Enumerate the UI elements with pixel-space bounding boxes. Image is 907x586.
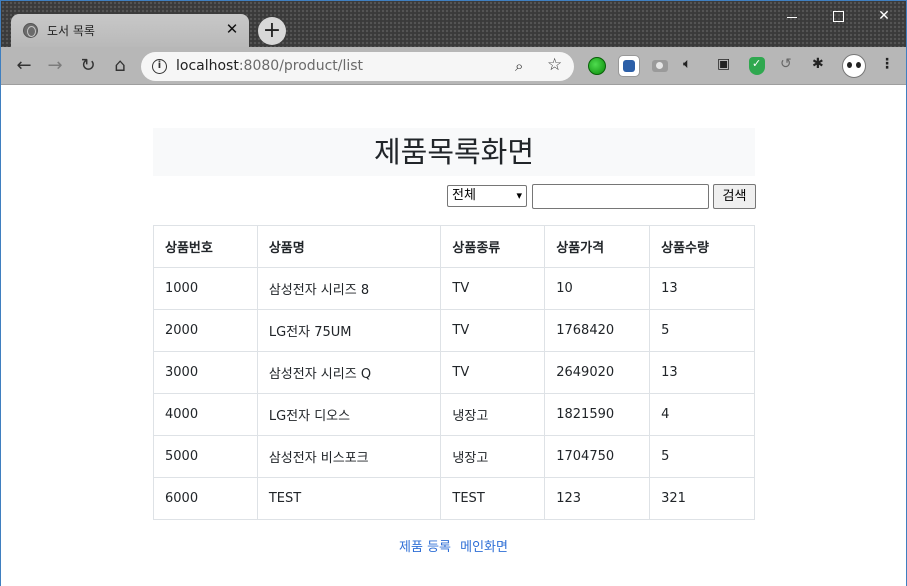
url-host: localhost: [176, 58, 239, 74]
back-button[interactable]: ←: [11, 53, 37, 79]
home-button[interactable]: ⌂: [107, 53, 133, 79]
table-cell: 2000: [153, 309, 258, 352]
chevron-down-icon: ▾: [516, 189, 522, 202]
table-cell: 13: [649, 267, 755, 310]
browser-window: 도서 목록 ✕ + ✕ ← → ↻ ⌂ i localhost:8080/pro…: [0, 0, 907, 586]
url-text[interactable]: localhost:8080/product/list: [176, 58, 363, 74]
history-extension-icon[interactable]: ↺: [780, 56, 792, 72]
green-extension-icon[interactable]: [588, 57, 606, 75]
new-tab-button[interactable]: +: [258, 17, 286, 45]
minimize-button[interactable]: [769, 4, 815, 30]
browser-menu-icon[interactable]: ⋮: [880, 56, 894, 72]
table-cell: LG전자 디오스: [256, 393, 442, 436]
page-heading-box: 제품목록화면: [153, 128, 755, 176]
table-cell: TEST: [440, 477, 546, 520]
column-header: 상품수량: [649, 225, 755, 268]
main-page-link[interactable]: 메인화면: [460, 540, 508, 555]
table-row: 6000 TEST TEST 123 321: [153, 477, 755, 520]
table-cell: 3000: [153, 351, 258, 394]
product-table: 상품번호 상품명 상품종류 상품가격 상품수량 1000 삼성전자 시리즈 8 …: [153, 225, 755, 520]
table-cell: 4000: [153, 393, 258, 436]
site-info-icon[interactable]: i: [152, 59, 167, 74]
table-header-row: 상품번호 상품명 상품종류 상품가격 상품수량: [153, 225, 755, 268]
tab-title: 도서 목록: [47, 24, 95, 38]
table-cell: TV: [440, 267, 546, 310]
table-row: 1000 삼성전자 시리즈 8 TV 10 13: [153, 267, 755, 310]
table-row: 5000 삼성전자 비스포크 냉장고 1704750 5: [153, 435, 755, 478]
column-header: 상품종류: [440, 225, 546, 268]
mute-tab-icon[interactable]: 🔈︎: [683, 56, 691, 72]
url-path: :8080/product/list: [238, 58, 364, 74]
blue-extension-icon[interactable]: [618, 55, 640, 77]
extensions-puzzle-icon[interactable]: ✱: [812, 56, 824, 72]
reload-button[interactable]: ↻: [75, 53, 101, 79]
table-cell: 321: [649, 477, 755, 520]
globe-icon: [23, 23, 38, 38]
table-cell: 5: [649, 435, 755, 478]
table-cell: 6000: [153, 477, 258, 520]
page-content: 제품목록화면 전체 ▾ 검색 상품번호 상품명 상품종류 상품가격 상품수량 1…: [1, 85, 906, 586]
browser-toolbar: ← → ↻ ⌂ i localhost:8080/product/list ⌕ …: [1, 47, 906, 85]
zoom-icon[interactable]: ⌕: [515, 57, 523, 75]
address-bar[interactable]: i localhost:8080/product/list ⌕ ☆: [141, 52, 574, 81]
column-header: 상품명: [256, 225, 442, 268]
search-input[interactable]: [532, 184, 709, 209]
table-cell: 5000: [153, 435, 258, 478]
bookmark-star-icon[interactable]: ☆: [547, 55, 562, 75]
table-row: 4000 LG전자 디오스 냉장고 1821590 4: [153, 393, 755, 436]
search-category-value: 전체: [452, 188, 476, 203]
table-cell: 냉장고: [440, 393, 546, 436]
page-title: 제품목록화면: [373, 135, 535, 169]
table-cell: 1821590: [544, 393, 651, 436]
table-cell: 1768420: [544, 309, 651, 352]
table-cell: TV: [440, 309, 546, 352]
table-cell: TV: [440, 351, 546, 394]
search-button[interactable]: 검색: [713, 184, 756, 209]
table-cell: 삼성전자 비스포크: [256, 435, 442, 478]
profile-avatar[interactable]: [842, 54, 866, 78]
table-cell: 삼성전자 시리즈 Q: [256, 351, 442, 394]
search-category-select[interactable]: 전체 ▾: [447, 185, 527, 207]
table-cell: LG전자 75UM: [256, 309, 442, 352]
table-cell: 13: [649, 351, 755, 394]
table-cell: 123: [544, 477, 651, 520]
footer-links: 제품 등록 메인화면: [1, 536, 906, 555]
table-cell: 1704750: [544, 435, 651, 478]
table-cell: 냉장고: [440, 435, 546, 478]
camera-extension-icon[interactable]: [652, 60, 668, 72]
shield-extension-icon[interactable]: [749, 57, 765, 75]
column-header: 상품번호: [153, 225, 258, 268]
table-cell: 5: [649, 309, 755, 352]
tab-close-icon[interactable]: ✕: [223, 20, 241, 38]
table-row: 3000 삼성전자 시리즈 Q TV 2649020 13: [153, 351, 755, 394]
browser-tab[interactable]: 도서 목록 ✕: [11, 14, 249, 47]
table-row: 2000 LG전자 75UM TV 1768420 5: [153, 309, 755, 352]
close-window-button[interactable]: ✕: [861, 4, 907, 30]
table-cell: TEST: [256, 477, 442, 520]
table-cell: 삼성전자 시리즈 8: [256, 267, 442, 310]
table-cell: 1000: [153, 267, 258, 310]
table-cell: 4: [649, 393, 755, 436]
column-header: 상품가격: [544, 225, 651, 268]
maximize-button[interactable]: [815, 4, 861, 30]
table-cell: 10: [544, 267, 651, 310]
table-cell: 2649020: [544, 351, 651, 394]
picture-in-picture-icon[interactable]: ▣: [717, 56, 730, 72]
tab-strip: 도서 목록 ✕ + ✕: [1, 1, 906, 47]
product-register-link[interactable]: 제품 등록: [399, 540, 451, 555]
forward-button[interactable]: →: [42, 53, 68, 79]
